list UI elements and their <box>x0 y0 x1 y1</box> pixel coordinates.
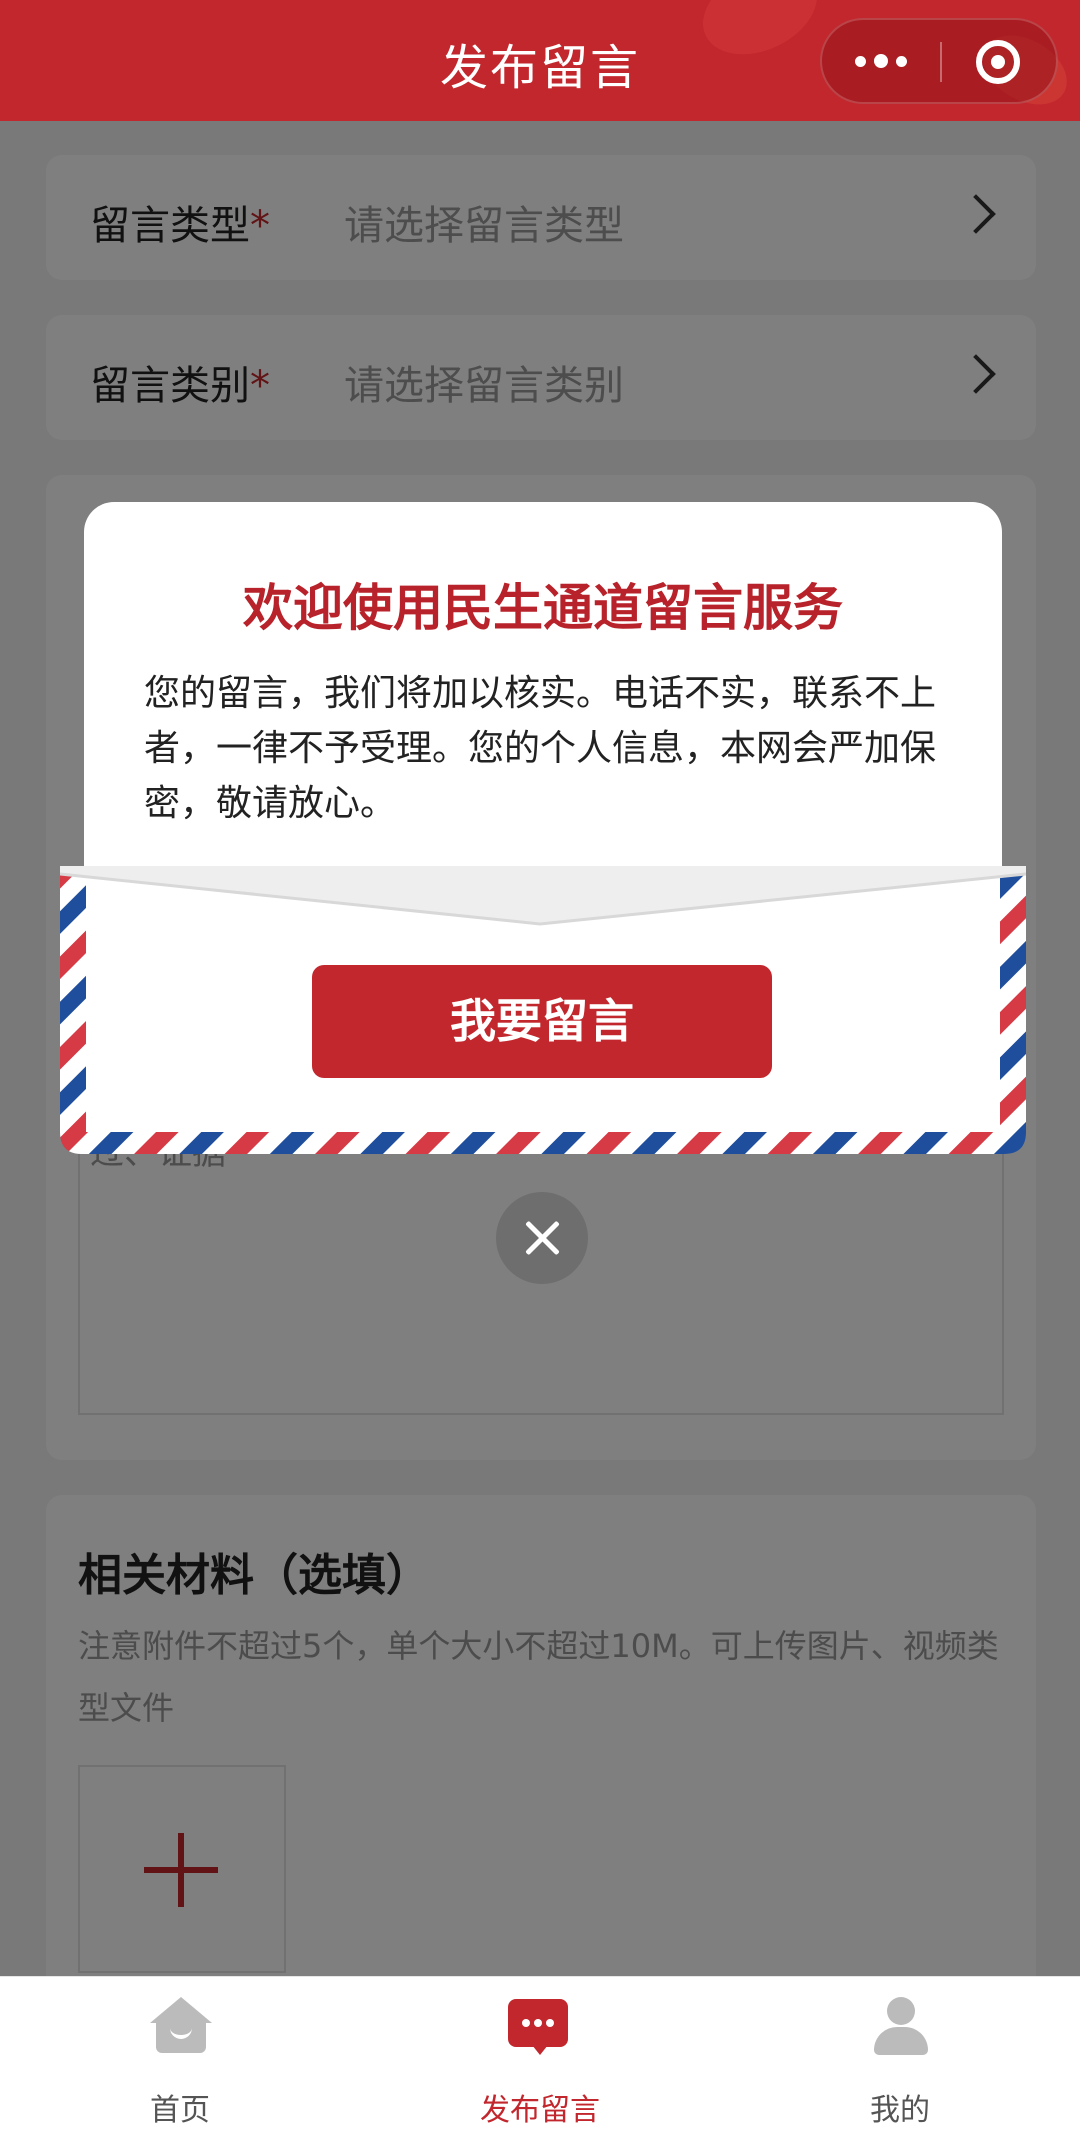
welcome-modal: 欢迎使用民生通道留言服务 您的留言，我们将加以核实。电话不实，联系不上者，一律不… <box>60 502 1026 1154</box>
top-navigation-bar: 发布留言 <box>0 0 1080 121</box>
user-icon <box>870 1997 932 2057</box>
modal-letter-card: 欢迎使用民生通道留言服务 您的留言，我们将加以核实。电话不实，联系不上者，一律不… <box>84 502 1002 902</box>
tab-mine-label: 我的 <box>870 2093 930 2128</box>
home-icon <box>150 1997 212 2055</box>
close-modal-button[interactable] <box>496 1192 588 1284</box>
modal-title: 欢迎使用民生通道留言服务 <box>243 579 843 637</box>
more-dots-icon <box>855 55 866 67</box>
tab-post-message-label: 发布留言 <box>480 2093 600 2128</box>
tab-bar: 首页 发布留言 我的 <box>0 1976 1080 2148</box>
modal-message: 您的留言，我们将加以核实。电话不实，联系不上者，一律不予受理。您的个人信息，本网… <box>144 673 937 824</box>
chat-bubble-icon <box>508 1999 568 2055</box>
leave-message-button[interactable]: 我要留言 <box>312 965 772 1078</box>
tab-home[interactable]: 首页 <box>70 1997 290 2128</box>
tab-home-label: 首页 <box>150 2093 210 2128</box>
tab-mine[interactable]: 我的 <box>790 1997 1010 2128</box>
more-menu-button[interactable] <box>822 20 940 102</box>
mini-program-capsule <box>820 18 1058 104</box>
tab-post-message[interactable]: 发布留言 <box>430 1997 650 2128</box>
capsule-divider <box>940 42 942 82</box>
close-miniprogram-icon[interactable] <box>976 40 1020 84</box>
